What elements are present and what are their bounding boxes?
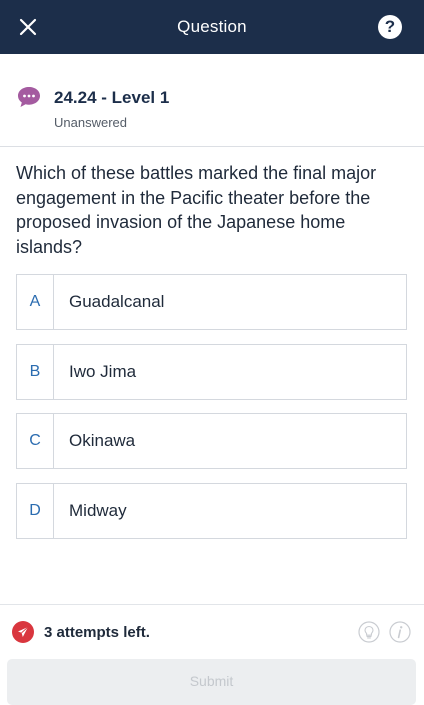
- question-prompt: Which of these battles marked the final …: [16, 163, 377, 257]
- answer-option-a[interactable]: A Guadalcanal: [16, 274, 407, 330]
- footer-divider: [0, 604, 424, 605]
- info-icon: [389, 621, 411, 643]
- answer-option-b[interactable]: B Iwo Jima: [16, 343, 407, 400]
- option-letter: C: [17, 414, 54, 468]
- paper-plane-icon: [18, 626, 29, 637]
- attempts-badge: [12, 621, 34, 643]
- lightbulb-icon: [358, 621, 380, 643]
- option-letter: A: [17, 275, 54, 329]
- answer-option-c[interactable]: C Okinawa: [16, 413, 407, 469]
- info-button[interactable]: [389, 621, 411, 643]
- close-button[interactable]: [14, 13, 42, 41]
- option-text: Okinawa: [69, 431, 136, 450]
- close-icon: [19, 18, 37, 36]
- page-title: Question: [177, 17, 247, 36]
- question-title: 24.24 - Level 1: [54, 88, 170, 107]
- option-text: Iwo Jima: [69, 361, 137, 381]
- answer-option-d[interactable]: D Midway: [16, 482, 407, 539]
- answer-options: A Guadalcanal B Iwo Jima C Okinawa D Mid…: [16, 274, 407, 552]
- option-text: Midway: [69, 500, 127, 520]
- option-text: Guadalcanal: [69, 292, 165, 311]
- question-status: Unanswered: [54, 115, 127, 130]
- chat-bubble-icon: [18, 87, 40, 107]
- top-bar: Question ?: [0, 0, 424, 54]
- attempts-text: 3 attempts left.: [44, 623, 150, 641]
- help-button[interactable]: ?: [378, 15, 402, 39]
- attempts-indicator: 3 attempts left.: [12, 620, 150, 644]
- hint-button[interactable]: [358, 621, 380, 643]
- option-letter: B: [17, 344, 54, 399]
- help-icon: ?: [384, 17, 396, 36]
- submit-button[interactable]: Submit: [7, 659, 416, 705]
- option-letter: D: [17, 483, 54, 538]
- question-meta: 24.24 - Level 1 Unanswered: [0, 54, 424, 147]
